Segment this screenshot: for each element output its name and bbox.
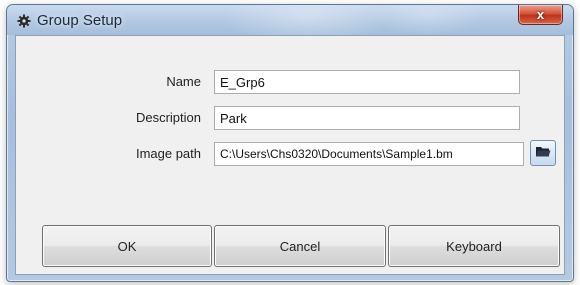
browse-button[interactable] <box>530 140 556 166</box>
keyboard-button[interactable]: Keyboard <box>388 225 560 267</box>
button-row: OK Cancel Keyboard <box>16 225 564 267</box>
description-row: Description <box>16 106 564 130</box>
name-row: Name <box>16 70 564 94</box>
group-setup-dialog: Group Setup x Name Description Image pat… <box>6 4 574 282</box>
description-field[interactable] <box>214 106 520 130</box>
image-path-label: Image path <box>135 146 201 161</box>
image-path-field[interactable] <box>214 142 524 166</box>
folder-icon <box>535 144 551 163</box>
name-label: Name <box>166 74 201 89</box>
window-title: Group Setup <box>37 12 123 29</box>
close-button[interactable]: x <box>518 5 563 25</box>
dialog-body: Name Description Image path OK Cancel <box>15 35 565 275</box>
gear-icon <box>17 14 31 28</box>
title-bar[interactable]: Group Setup x <box>7 5 573 35</box>
ok-button[interactable]: OK <box>42 225 212 267</box>
description-label: Description <box>135 110 201 125</box>
close-icon: x <box>536 7 545 22</box>
image-path-row: Image path <box>16 140 564 166</box>
name-field[interactable] <box>214 70 520 94</box>
cancel-button[interactable]: Cancel <box>214 225 386 267</box>
